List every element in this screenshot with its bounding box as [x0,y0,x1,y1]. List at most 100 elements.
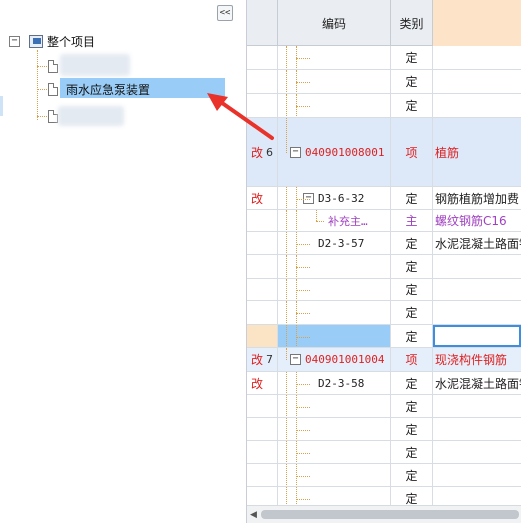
code-cell[interactable]: − D3-6-32 [278,187,391,209]
table-row[interactable]: 改 6−040901008001 项植筋 [247,118,521,187]
horizontal-scrollbar[interactable]: ◀ [247,505,521,523]
table-row[interactable]: 定 [247,255,521,279]
table-row[interactable]: 定 [247,441,521,464]
code-cell[interactable] [278,46,391,69]
code-cell[interactable] [278,487,391,505]
row-mark-cell[interactable] [247,325,278,347]
code-cell[interactable] [278,301,391,324]
row-mark-cell[interactable]: 改 [247,372,278,394]
header-code[interactable]: 编码 [278,0,391,46]
table-row[interactable]: 改 − D3-6-32 定钢筋植筋增加费 [247,187,521,210]
header-type[interactable]: 类别 [391,0,433,46]
row-mark-cell[interactable]: 改7 [247,348,278,371]
table-row[interactable]: 定 [247,464,521,487]
type-cell[interactable]: 主 [391,210,433,231]
table-row[interactable]: 定 [247,94,521,118]
name-cell[interactable] [433,301,521,324]
name-cell[interactable] [433,418,521,440]
name-cell[interactable] [433,46,521,69]
name-cell[interactable] [433,441,521,463]
table-row[interactable]: 定 [247,395,521,418]
code-cell[interactable] [278,325,391,347]
redacted-tree-item[interactable] [60,54,130,76]
table-row[interactable]: 定 [247,487,521,505]
scrollbar-thumb[interactable] [261,510,519,519]
row-mark-cell[interactable] [247,255,278,278]
code-cell[interactable]: −040901001004 [278,348,391,371]
type-cell[interactable]: 定 [391,232,433,254]
name-cell[interactable]: 螺纹钢筋C16 [433,210,521,231]
type-cell[interactable]: 定 [391,70,433,93]
row-collapse-icon[interactable]: − [290,146,301,158]
name-cell[interactable] [433,94,521,117]
type-cell[interactable]: 定 [391,94,433,117]
type-cell[interactable]: 定 [391,395,433,417]
row-mark-cell[interactable]: 改6 [247,118,278,186]
name-cell[interactable]: 植筋 [433,118,521,186]
code-cell[interactable] [278,255,391,278]
scroll-left-icon[interactable]: ◀ [250,510,257,520]
redacted-tree-item[interactable] [58,106,124,126]
name-cell[interactable]: 现浇构件钢筋 [433,348,521,371]
type-cell[interactable]: 定 [391,255,433,278]
row-mark-cell[interactable] [247,279,278,300]
collapse-panel-button[interactable]: << [217,5,233,21]
name-cell[interactable] [433,464,521,486]
type-cell[interactable]: 定 [391,325,433,347]
name-cell[interactable] [433,70,521,93]
code-cell[interactable]: D2-3-57 [278,232,391,254]
row-mark-cell[interactable] [247,46,278,69]
name-cell[interactable]: 钢筋植筋增加费 [433,187,521,209]
row-mark-cell[interactable] [247,94,278,117]
type-cell[interactable]: 定 [391,464,433,486]
type-cell[interactable]: 项 [391,348,433,371]
row-mark-cell[interactable] [247,441,278,463]
table-row[interactable]: 定 [247,279,521,301]
code-cell[interactable]: 补充主… [278,210,391,231]
row-mark-cell[interactable] [247,210,278,231]
tree-root-label[interactable]: 整个项目 [47,33,95,50]
row-mark-cell[interactable]: 改 [247,187,278,209]
table-row[interactable]: 定 [247,301,521,325]
name-cell[interactable] [433,395,521,417]
code-cell[interactable] [278,279,391,300]
type-cell[interactable]: 定 [391,441,433,463]
code-cell[interactable]: −040901008001 [278,118,391,186]
type-cell[interactable]: 定 [391,418,433,440]
table-row[interactable]: 定 [247,325,521,348]
header-name-column[interactable] [433,0,521,46]
code-cell[interactable] [278,70,391,93]
name-cell[interactable] [433,279,521,300]
row-mark-cell[interactable] [247,464,278,486]
table-row[interactable]: 定 [247,46,521,70]
type-cell[interactable]: 定 [391,279,433,300]
table-row[interactable]: D2-3-57 定水泥混凝土路面钢筋 [247,232,521,255]
row-mark-cell[interactable] [247,418,278,440]
row-mark-cell[interactable] [247,395,278,417]
name-cell[interactable] [433,255,521,278]
code-cell[interactable] [278,418,391,440]
code-cell[interactable] [278,441,391,463]
row-collapse-icon[interactable]: − [290,354,301,365]
name-cell[interactable] [433,325,521,347]
name-cell[interactable]: 水泥混凝土路面钢筋 [433,232,521,254]
code-cell[interactable] [278,94,391,117]
table-row[interactable]: 补充主… 主螺纹钢筋C16 [247,210,521,232]
name-cell[interactable]: 水泥混凝土路面钢筋 [433,372,521,394]
row-mark-cell[interactable] [247,301,278,324]
type-cell[interactable]: 定 [391,301,433,324]
type-cell[interactable]: 定 [391,487,433,505]
code-cell[interactable]: D2-3-58 [278,372,391,394]
type-cell[interactable]: 项 [391,118,433,186]
tree-collapse-toggle[interactable]: − [9,36,20,47]
row-mark-cell[interactable] [247,487,278,505]
table-row[interactable]: 定 [247,70,521,94]
code-cell[interactable] [278,395,391,417]
name-cell[interactable] [433,487,521,505]
row-mark-cell[interactable] [247,70,278,93]
header-mark-column[interactable] [247,0,278,46]
code-cell[interactable] [278,464,391,486]
type-cell[interactable]: 定 [391,372,433,394]
type-cell[interactable]: 定 [391,187,433,209]
table-row[interactable]: 定 [247,418,521,441]
